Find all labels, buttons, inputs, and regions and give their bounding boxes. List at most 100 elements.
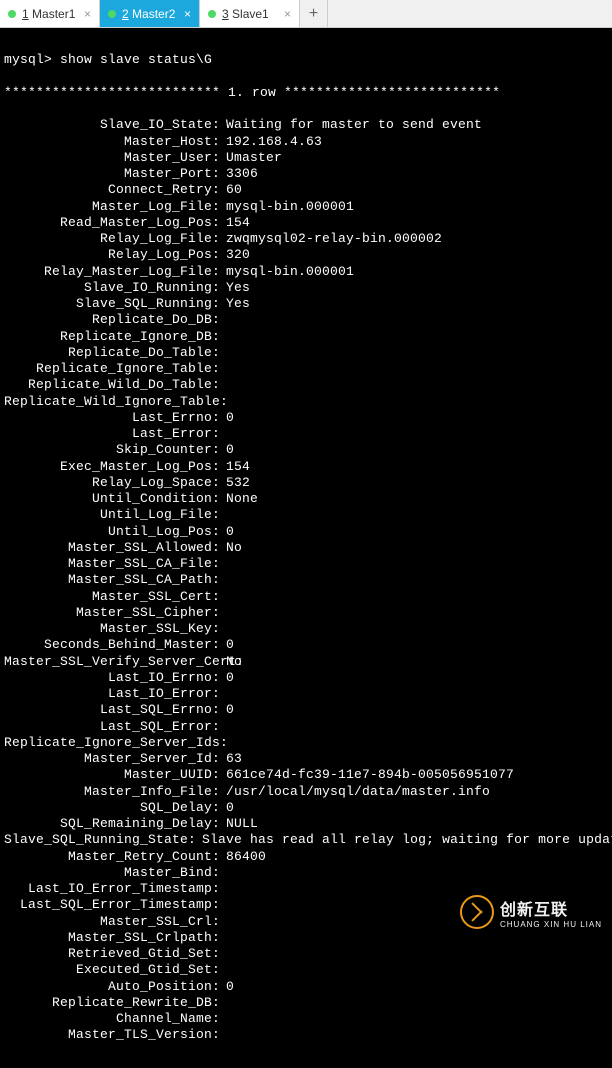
field-key: Master_SSL_Cipher: bbox=[4, 605, 220, 621]
tab-label: Master2 bbox=[132, 7, 175, 21]
field-key: Replicate_Ignore_Server_Ids: bbox=[4, 735, 220, 751]
field-value: zwqmysql02-relay-bin.000002 bbox=[220, 231, 442, 247]
field-key: Channel_Name: bbox=[4, 1011, 220, 1027]
status-row: Replicate_Do_DB: bbox=[4, 312, 608, 328]
field-value: 60 bbox=[220, 182, 242, 198]
status-row: Replicate_Wild_Do_Table: bbox=[4, 377, 608, 393]
field-key: Relay_Log_File: bbox=[4, 231, 220, 247]
status-row: Master_UUID:661ce74d-fc39-11e7-894b-0050… bbox=[4, 767, 608, 783]
logo-icon bbox=[460, 895, 494, 929]
tab-bar: 1 Master1 × 2 Master2 × 3 Slave1 × + bbox=[0, 0, 612, 28]
field-value: 0 bbox=[220, 410, 234, 426]
field-value: 0 bbox=[220, 524, 234, 540]
field-value: /usr/local/mysql/data/master.info bbox=[220, 784, 490, 800]
tab-label: Master1 bbox=[32, 7, 75, 21]
field-key: Master_UUID: bbox=[4, 767, 220, 783]
field-value: Umaster bbox=[220, 150, 282, 166]
status-row: Last_SQL_Errno:0 bbox=[4, 702, 608, 718]
status-row: Slave_IO_Running:Yes bbox=[4, 280, 608, 296]
field-value bbox=[220, 377, 226, 393]
status-dot-icon bbox=[108, 10, 116, 18]
status-row: Auto_Position:0 bbox=[4, 979, 608, 995]
field-value bbox=[220, 556, 226, 572]
status-row: Until_Log_File: bbox=[4, 507, 608, 523]
status-row: Master_Retry_Count:86400 bbox=[4, 849, 608, 865]
status-row: Connect_Retry:60 bbox=[4, 182, 608, 198]
status-row: Master_SSL_Crlpath: bbox=[4, 930, 608, 946]
field-value: 63 bbox=[220, 751, 242, 767]
status-row: Master_SSL_Cipher: bbox=[4, 605, 608, 621]
status-row: Slave_SQL_Running:Yes bbox=[4, 296, 608, 312]
field-value: Yes bbox=[220, 296, 250, 312]
field-value bbox=[220, 1027, 226, 1043]
field-key: Relay_Master_Log_File: bbox=[4, 264, 220, 280]
status-dot-icon bbox=[8, 10, 16, 18]
field-key: Until_Log_Pos: bbox=[4, 524, 220, 540]
field-key: SQL_Delay: bbox=[4, 800, 220, 816]
field-key: Master_Retry_Count: bbox=[4, 849, 220, 865]
status-row: Skip_Counter:0 bbox=[4, 442, 608, 458]
field-key: Last_IO_Error_Timestamp: bbox=[4, 881, 220, 897]
field-value: No bbox=[220, 654, 242, 670]
field-value bbox=[220, 962, 226, 978]
status-row: Relay_Log_Pos:320 bbox=[4, 247, 608, 263]
field-key: Replicate_Rewrite_DB: bbox=[4, 995, 220, 1011]
close-icon[interactable]: × bbox=[84, 7, 91, 21]
field-value bbox=[220, 426, 226, 442]
field-value: 154 bbox=[220, 459, 250, 475]
close-icon[interactable]: × bbox=[284, 7, 291, 21]
status-row: Replicate_Ignore_Table: bbox=[4, 361, 608, 377]
status-row: Master_SSL_CA_Path: bbox=[4, 572, 608, 588]
field-key: Master_SSL_CA_File: bbox=[4, 556, 220, 572]
field-value bbox=[220, 995, 226, 1011]
watermark-en: CHUANG XIN HU LIAN bbox=[500, 920, 602, 929]
field-key: SQL_Remaining_Delay: bbox=[4, 816, 220, 832]
status-row: Master_TLS_Version: bbox=[4, 1027, 608, 1043]
status-row: Read_Master_Log_Pos:154 bbox=[4, 215, 608, 231]
field-value: 0 bbox=[220, 637, 234, 653]
tab-slave1[interactable]: 3 Slave1 × bbox=[200, 0, 300, 27]
field-key: Master_SSL_Cert: bbox=[4, 589, 220, 605]
field-value bbox=[220, 735, 226, 751]
field-key: Master_SSL_Key: bbox=[4, 621, 220, 637]
field-key: Last_IO_Error: bbox=[4, 686, 220, 702]
field-value bbox=[220, 946, 226, 962]
watermark-cn: 创新互联 bbox=[500, 896, 602, 920]
field-value bbox=[220, 897, 226, 913]
tab-master2[interactable]: 2 Master2 × bbox=[100, 0, 200, 27]
status-row: Master_SSL_Verify_Server_Cert:No bbox=[4, 654, 608, 670]
field-key: Executed_Gtid_Set: bbox=[4, 962, 220, 978]
status-row: Master_Port:3306 bbox=[4, 166, 608, 182]
status-row: SQL_Remaining_Delay:NULL bbox=[4, 816, 608, 832]
field-key: Last_SQL_Error: bbox=[4, 719, 220, 735]
status-row: Last_SQL_Error: bbox=[4, 719, 608, 735]
field-key: Replicate_Wild_Ignore_Table: bbox=[4, 394, 220, 410]
status-row: Until_Log_Pos:0 bbox=[4, 524, 608, 540]
field-key: Connect_Retry: bbox=[4, 182, 220, 198]
field-key: Last_IO_Errno: bbox=[4, 670, 220, 686]
field-key: Master_SSL_Verify_Server_Cert: bbox=[4, 654, 220, 670]
field-value: No bbox=[220, 540, 242, 556]
field-value bbox=[220, 1011, 226, 1027]
field-key: Slave_SQL_Running: bbox=[4, 296, 220, 312]
field-key: Master_Bind: bbox=[4, 865, 220, 881]
field-value bbox=[220, 686, 226, 702]
tab-master1[interactable]: 1 Master1 × bbox=[0, 0, 100, 27]
field-key: Replicate_Do_DB: bbox=[4, 312, 220, 328]
field-value bbox=[220, 865, 226, 881]
field-key: Master_SSL_Allowed: bbox=[4, 540, 220, 556]
add-tab-button[interactable]: + bbox=[300, 0, 328, 27]
status-dot-icon bbox=[208, 10, 216, 18]
field-value: 0 bbox=[220, 442, 234, 458]
field-value bbox=[220, 345, 226, 361]
field-key: Master_Server_Id: bbox=[4, 751, 220, 767]
field-key: Master_SSL_Crlpath: bbox=[4, 930, 220, 946]
field-value: 192.168.4.63 bbox=[220, 134, 322, 150]
status-row: Replicate_Rewrite_DB: bbox=[4, 995, 608, 1011]
field-key: Until_Condition: bbox=[4, 491, 220, 507]
field-value: None bbox=[220, 491, 258, 507]
field-value: mysql-bin.000001 bbox=[220, 264, 354, 280]
row-separator: *************************** 1. row *****… bbox=[4, 85, 608, 101]
close-icon[interactable]: × bbox=[184, 7, 191, 21]
status-row: Replicate_Wild_Ignore_Table: bbox=[4, 394, 608, 410]
